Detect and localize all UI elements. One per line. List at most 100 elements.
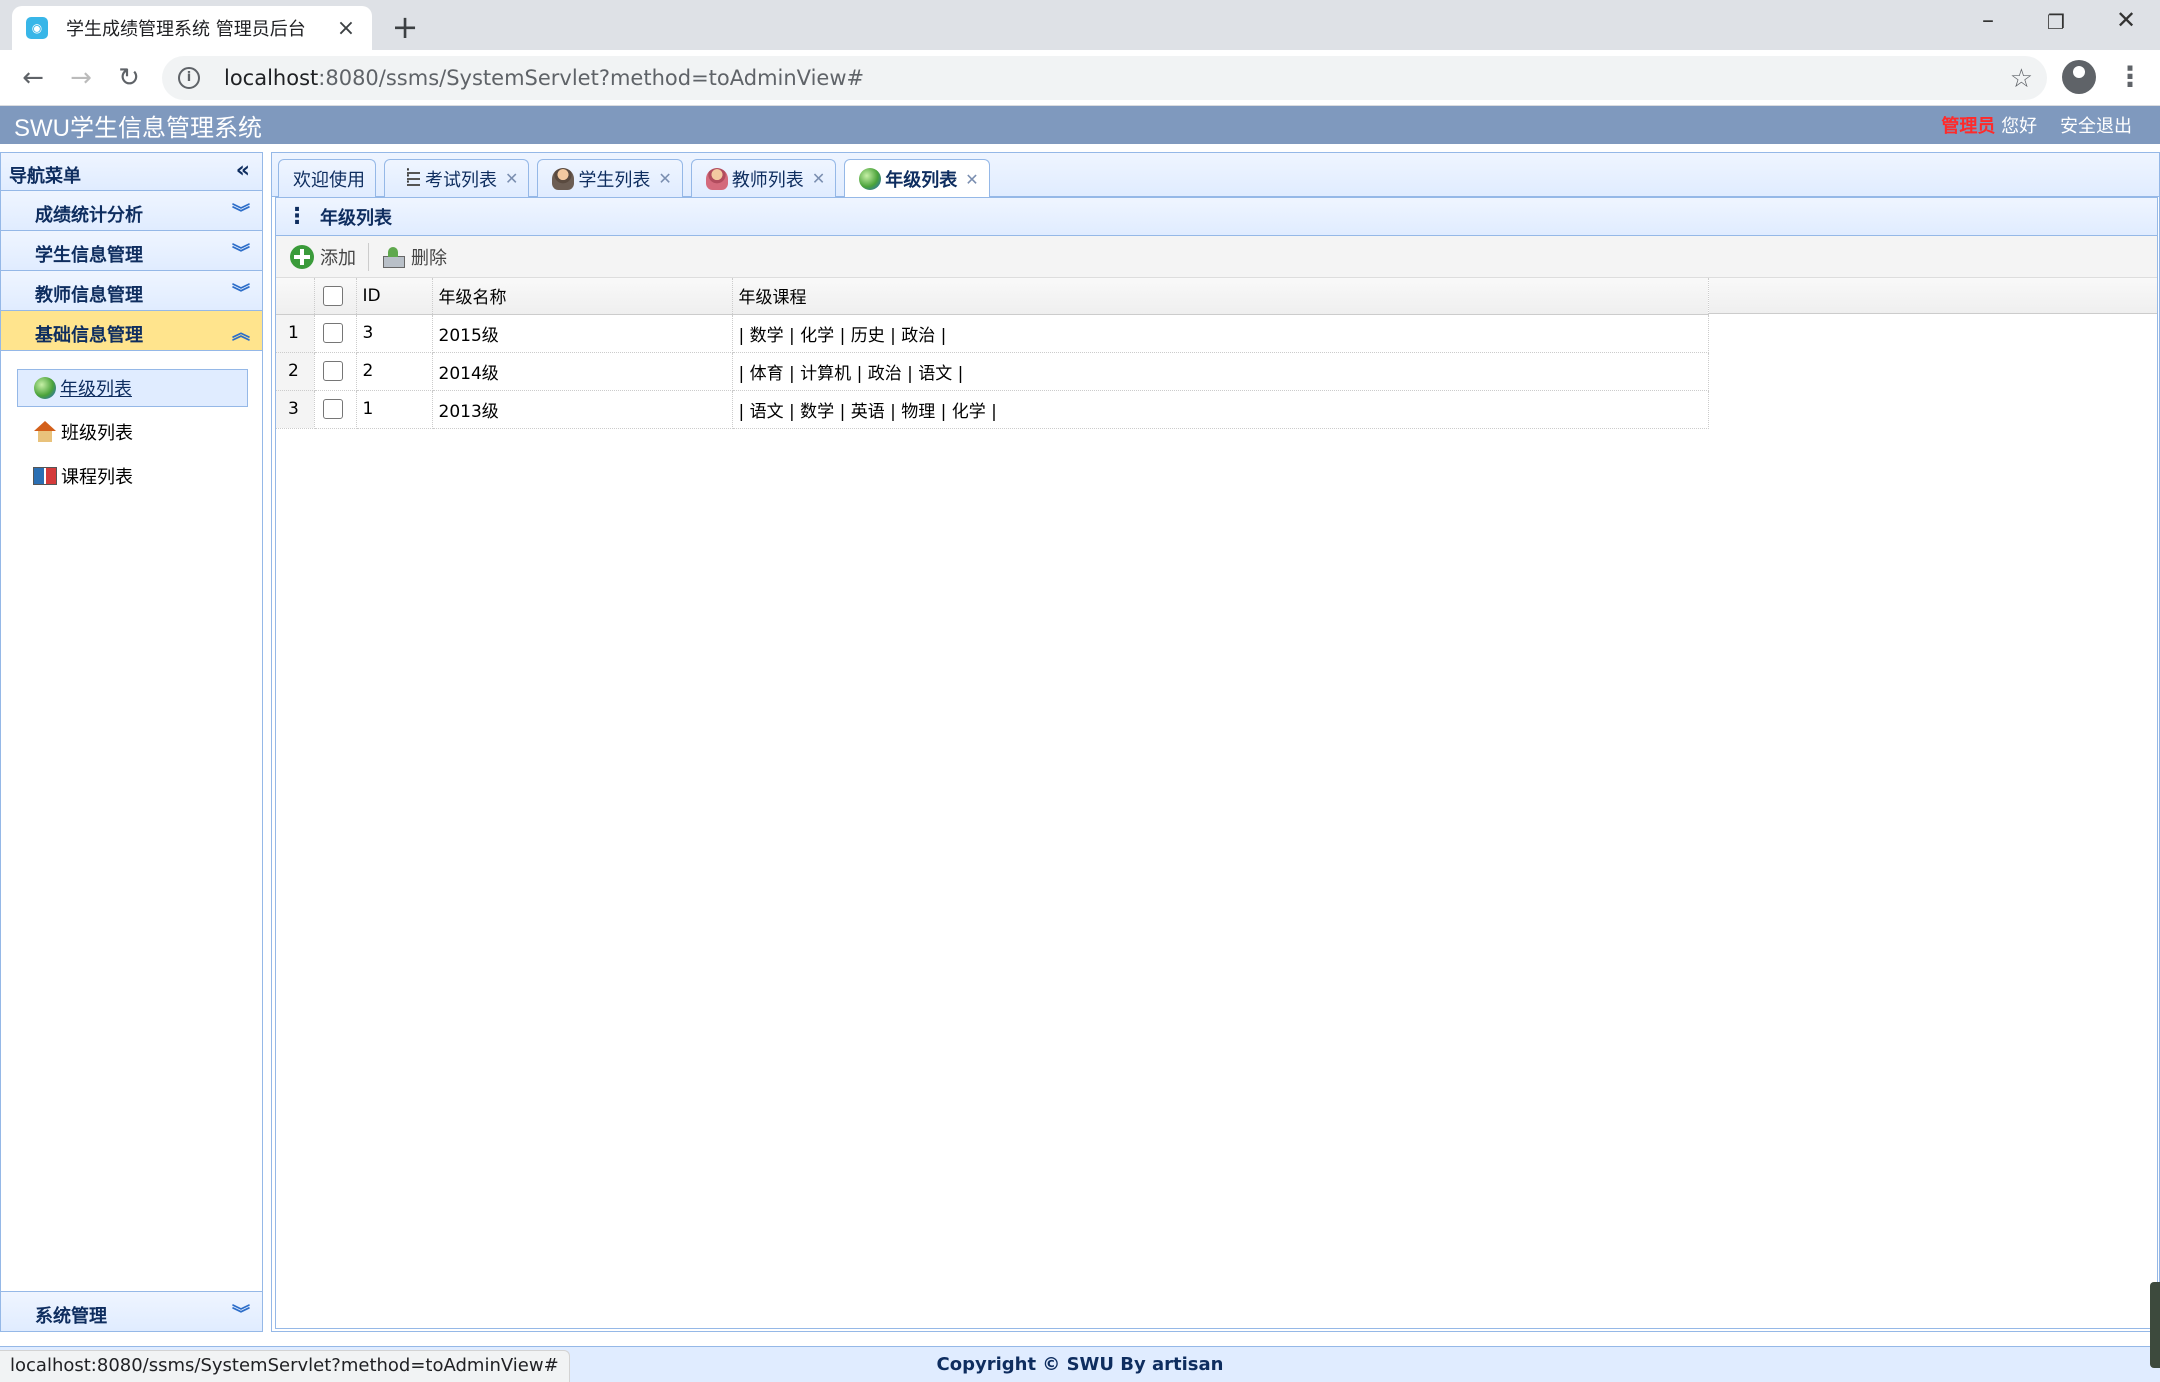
vertical-dots-icon: ⋮ (286, 203, 308, 229)
sidebar-item-grade-list[interactable]: 年级列表 (17, 369, 248, 407)
minimize-icon[interactable]: – (1968, 6, 2008, 34)
tab-teacher-list[interactable]: 教师列表 ✕ (690, 159, 837, 197)
globe-icon (34, 377, 56, 399)
close-tab-icon[interactable]: × (334, 16, 358, 41)
logout-link[interactable]: 安全退出 (2060, 116, 2132, 137)
tab-welcome[interactable]: 欢迎使用 (278, 159, 376, 197)
reload-icon[interactable]: ↻ (112, 61, 146, 95)
close-tab-icon[interactable]: ✕ (812, 169, 825, 188)
table-row[interactable]: 1 3 2015级 | 数学 | 化学 | 历史 | 政治 | (276, 314, 1709, 353)
cell-name: 2015级 (432, 314, 733, 353)
column-header-id[interactable]: ID (356, 278, 433, 315)
main-tabs-panel: 欢迎使用 考试列表 ✕ 学生列表 ✕ 教师列表 ✕ 年级列表 ✕ ⋮ 年级列表 (271, 152, 2160, 1332)
cell-id: 2 (356, 352, 433, 391)
scroll-handle[interactable] (2150, 1282, 2160, 1368)
user-area: 管理员 您好 安全退出 (1941, 112, 2132, 138)
row-checkbox[interactable] (322, 323, 343, 343)
table-row[interactable]: 3 1 2013级 | 语文 | 数学 | 英语 | 物理 | 化学 | (276, 390, 1709, 429)
list-icon (399, 165, 421, 189)
cell-name: 2013级 (432, 390, 733, 429)
sidebar: 导航菜单 « 成绩统计分析 ︾ 学生信息管理 ︾ 教师信息管理 ︾ 基础信息管理… (0, 152, 263, 1332)
expand-chevron-icon: ︾ (232, 283, 250, 304)
row-number: 1 (276, 314, 315, 353)
panel-title: 年级列表 (320, 207, 392, 229)
site-favicon-icon: ◉ (26, 17, 48, 39)
address-bar[interactable]: i localhost:8080/ssms/SystemServlet?meth… (162, 56, 2047, 100)
accordion-teacher-management[interactable]: 教师信息管理 ︾ (1, 271, 262, 311)
panel-header: ⋮ 年级列表 (276, 198, 2157, 236)
column-header-name[interactable]: 年级名称 (432, 278, 733, 315)
accordion-basic-info[interactable]: 基础信息管理 ︽ (1, 311, 262, 351)
delete-button[interactable]: 删除 (375, 240, 453, 274)
profile-icon[interactable] (2062, 60, 2096, 94)
add-icon (290, 244, 314, 269)
expand-chevron-icon: ︾ (232, 243, 250, 264)
column-header-courses[interactable]: 年级课程 (732, 278, 1709, 315)
row-checkbox[interactable] (322, 399, 343, 419)
accordion-basic-info-body: 年级列表 班级列表 课程列表 (1, 351, 262, 1291)
expand-chevron-icon: ︾ (232, 1304, 250, 1325)
row-number: 3 (276, 390, 315, 429)
back-icon[interactable]: ← (16, 61, 50, 95)
expand-chevron-icon: ︾ (232, 203, 250, 224)
accordion-score-analysis[interactable]: 成绩统计分析 ︾ (1, 191, 262, 231)
app-title: SWU学生信息管理系统 (14, 115, 262, 142)
sidebar-title: 导航菜单 « (1, 153, 262, 191)
browser-status-url: localhost:8080/ssms/SystemServlet?method… (0, 1350, 570, 1382)
sidebar-item-class-list[interactable]: 班级列表 (17, 413, 248, 451)
select-all-header (314, 278, 357, 315)
collapse-chevron-icon: ︽ (232, 323, 250, 344)
add-button[interactable]: 添加 (284, 240, 362, 274)
cell-id: 3 (356, 314, 433, 353)
close-window-icon[interactable]: ✕ (2106, 6, 2146, 34)
restore-icon[interactable]: ❐ (2036, 10, 2076, 34)
toolbar-divider (368, 242, 369, 271)
tabs-strip: 欢迎使用 考试列表 ✕ 学生列表 ✕ 教师列表 ✕ 年级列表 ✕ (272, 153, 2159, 198)
row-select-cell (314, 352, 357, 391)
forward-icon[interactable]: → (64, 61, 98, 95)
tab-student-list[interactable]: 学生列表 ✕ (537, 159, 683, 197)
cell-id: 1 (356, 390, 433, 429)
site-info-icon[interactable]: i (178, 67, 200, 89)
tab-exam-list[interactable]: 考试列表 ✕ (384, 159, 530, 197)
new-tab-icon[interactable]: + (390, 8, 420, 46)
accordion-student-management[interactable]: 学生信息管理 ︾ (1, 231, 262, 271)
table-row[interactable]: 2 2 2014级 | 体育 | 计算机 | 政治 | 语文 | (276, 352, 1709, 391)
browser-tab-strip: ◉ 学生成绩管理系统 管理员后台 × + – ❐ ✕ (0, 0, 2160, 50)
sidebar-item-course-list[interactable]: 课程列表 (17, 457, 248, 495)
close-tab-icon[interactable]: ✕ (658, 169, 671, 188)
table-header-row: ID 年级名称 年级课程 (276, 278, 1709, 315)
close-tab-icon[interactable]: ✕ (505, 169, 518, 188)
row-number-header (276, 278, 315, 315)
grid-toolbar: 添加 删除 (276, 236, 2157, 278)
browser-menu-icon[interactable]: ⋮ (2116, 60, 2144, 93)
accordion-system-management[interactable]: 系统管理 ︾ (1, 1291, 262, 1331)
grid-wrapper: ID 年级名称 年级课程 1 3 2015级 | 数学 | 化学 | 历史 | … (276, 278, 2157, 429)
collapse-sidebar-icon[interactable]: « (236, 158, 250, 183)
cell-courses: | 数学 | 化学 | 历史 | 政治 | (732, 314, 1709, 353)
row-number: 2 (276, 352, 315, 391)
cell-courses: | 体育 | 计算机 | 政治 | 语文 | (732, 352, 1709, 391)
delete-icon (381, 246, 405, 268)
browser-tab-title: 学生成绩管理系统 管理员后台 (66, 19, 306, 40)
grade-list-panel: ⋮ 年级列表 添加 删除 ID 年级名称 年级课程 1 3 2015级 | 数学… (275, 197, 2158, 1329)
bookmark-star-icon[interactable]: ☆ (2010, 64, 2033, 94)
close-tab-icon[interactable]: ✕ (965, 170, 978, 189)
app-header: SWU学生信息管理系统 管理员 您好 安全退出 (0, 106, 2160, 144)
book-icon (33, 467, 57, 485)
browser-tab[interactable]: ◉ 学生成绩管理系统 管理员后台 × (12, 6, 372, 50)
cell-name: 2014级 (432, 352, 733, 391)
browser-toolbar: ← → ↻ i localhost:8080/ssms/SystemServle… (0, 50, 2160, 106)
user-role: 管理员 (1941, 116, 1996, 137)
url-text: localhost:8080/ssms/SystemServlet?method… (224, 66, 865, 90)
grid-header-filler (1708, 278, 2157, 314)
grade-table: ID 年级名称 年级课程 1 3 2015级 | 数学 | 化学 | 历史 | … (276, 278, 1709, 429)
student-icon (552, 167, 575, 190)
row-select-cell (314, 390, 357, 429)
teacher-icon (705, 167, 728, 190)
greeting-text: 您好 (2001, 116, 2038, 137)
row-select-cell (314, 314, 357, 353)
select-all-checkbox[interactable] (322, 285, 343, 306)
tab-grade-list[interactable]: 年级列表 ✕ (844, 159, 990, 198)
row-checkbox[interactable] (322, 361, 343, 381)
